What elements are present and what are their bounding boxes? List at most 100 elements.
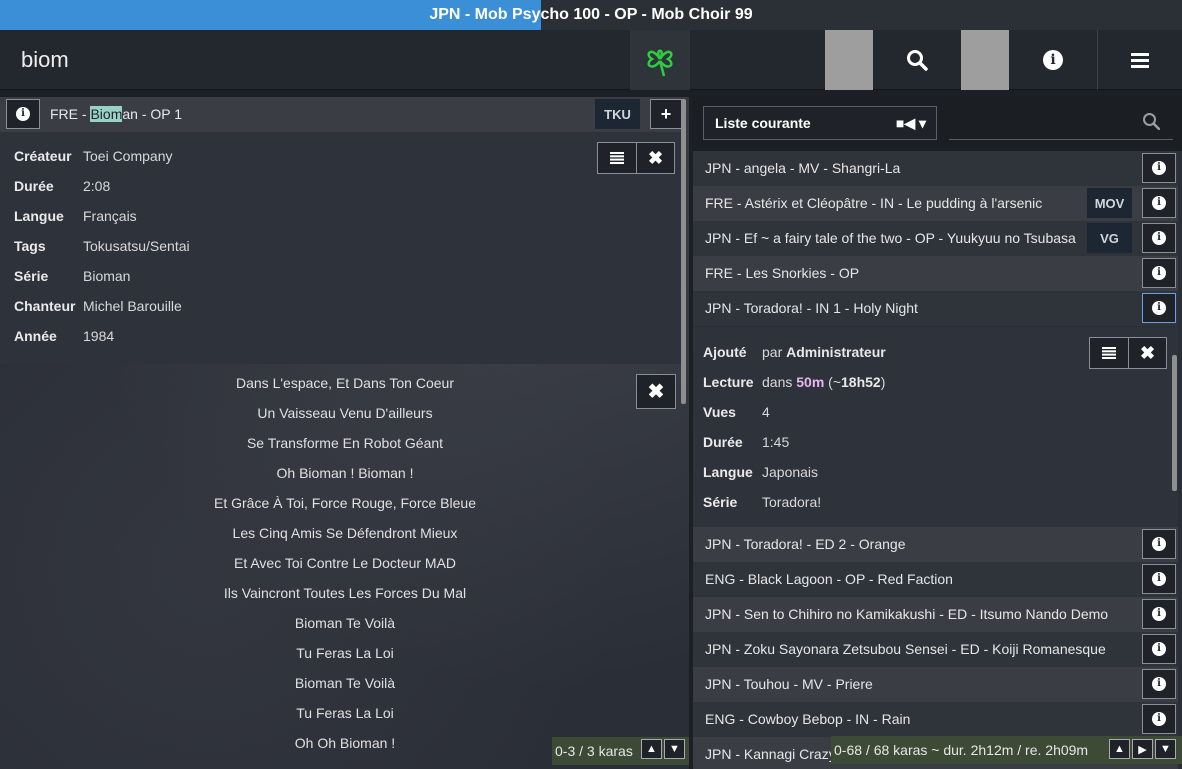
playlist-row-title: JPN - Touhou - MV - Priere <box>705 676 873 692</box>
kara-info-button[interactable]: i <box>1142 669 1176 699</box>
detail-label: Vues <box>703 404 736 420</box>
playlist-counter-text: 0-68 / 68 karas ~ dur. 2h12m / re. 2h09m <box>834 742 1089 758</box>
kara-info-button[interactable]: i <box>1142 153 1176 183</box>
lyrics-toggle-button[interactable] <box>598 143 636 173</box>
playlist-row[interactable]: FRE - Astérix et Cléopâtre - IN - Le pud… <box>693 186 1178 221</box>
detail-row: Durée 2:08 <box>14 178 110 194</box>
lyric-line: Et Grâce À Toi, Force Rouge, Force Bleue <box>214 495 476 511</box>
list-icon <box>1102 347 1116 359</box>
kara-row[interactable]: i FRE - Bioman - OP 1 TKU + <box>0 97 685 132</box>
search-icon <box>907 50 928 71</box>
close-icon: ✖ <box>647 381 665 403</box>
kara-info-button[interactable]: i <box>6 99 40 129</box>
kara-info-button[interactable]: i <box>1142 188 1176 218</box>
scroll-down-button[interactable]: ▼ <box>1155 739 1176 759</box>
scroll-down-button[interactable]: ▼ <box>664 739 685 759</box>
playlist-toolbar: Liste courante ■◀ ▾ <box>693 97 1182 151</box>
detail-label: Année <box>14 328 57 344</box>
header-placeholder-block <box>961 30 1009 90</box>
chevron-down-icon: ▼ <box>669 743 680 755</box>
detail-play: Lecture dans 50m (~18h52) <box>703 374 885 390</box>
lyric-line: Se Transforme En Robot Géant <box>246 435 444 451</box>
playlist-row[interactable]: JPN - Toradora! - ED 2 - Orange i <box>693 527 1178 562</box>
kara-info-button[interactable]: i <box>1142 293 1176 323</box>
detail-language: Langue Japonais <box>703 464 818 480</box>
chevron-up-icon: ▲ <box>646 743 657 755</box>
play-button[interactable]: ▶ <box>1132 739 1153 759</box>
kara-title: FRE - Bioman - OP 1 <box>50 106 182 122</box>
playlist-kara-details: Ajouté par Administrateur Lecture dans 50m… <box>693 327 1178 527</box>
detail-row: Série Bioman <box>14 268 130 284</box>
now-playing-progress-bar[interactable]: JPN - Mob Psycho 100 - OP - Mob Choir 99 <box>0 0 1182 30</box>
scroll-up-button[interactable]: ▲ <box>641 739 662 759</box>
kara-info-button[interactable]: i <box>1142 258 1176 288</box>
play-in-value: 50m <box>796 374 825 390</box>
detail-views: Vues 4 <box>703 404 770 420</box>
playlist-row-title: JPN - Kannagi Crazy <box>705 746 836 762</box>
detail-label: Langue <box>703 464 753 480</box>
detail-value: 1:45 <box>762 434 790 450</box>
info-icon: i <box>1152 677 1166 691</box>
detail-value: (~ <box>824 374 842 390</box>
detail-row: Chanteur Michel Barouille <box>14 298 182 314</box>
video-camera-icon: ■◀ ▾ <box>895 115 926 131</box>
chevron-down-icon: ▼ <box>1160 743 1171 755</box>
kara-info-button[interactable]: i <box>1142 564 1176 594</box>
detail-value: Bioman <box>83 268 131 284</box>
playlist-row-title: JPN - angela - MV - Shangri-La <box>705 160 901 176</box>
lyric-line: Un Vaisseau Venu D'ailleurs <box>257 405 433 421</box>
playlist-row[interactable]: JPN - Zoku Sayonara Zetsubou Sensei - ED… <box>693 632 1178 667</box>
kara-info-button[interactable]: i <box>1142 599 1176 629</box>
info-icon: i <box>1152 196 1166 210</box>
playlist-row-title: JPN - Sen to Chihiro no Kamikakushi - ED… <box>705 606 1109 622</box>
lyric-line: Tu Feras La Loi <box>296 645 394 661</box>
lyrics-toggle-button[interactable] <box>1090 338 1128 368</box>
playlist-row[interactable]: JPN - Touhou - MV - Priere i <box>693 667 1178 702</box>
close-lyrics-button[interactable]: ✖ <box>636 374 676 409</box>
detail-duration: Durée 1:45 <box>703 434 789 450</box>
lyric-line: Dans L'espace, Et Dans Ton Coeur <box>236 375 454 391</box>
playlist-search-input[interactable] <box>949 106 1173 140</box>
info-icon: i <box>16 107 30 121</box>
kara-title-suffix: an - OP 1 <box>122 106 183 122</box>
playlist-row-title: JPN - Toradora! - IN 1 - Holy Night <box>705 300 918 316</box>
close-icon: ✖ <box>1139 342 1156 363</box>
close-details-button[interactable]: ✖ <box>1128 338 1166 368</box>
playlist-row[interactable]: ENG - Black Lagoon - OP - Red Faction i <box>693 562 1178 597</box>
search-input[interactable] <box>0 30 630 90</box>
playlist-select-label: Liste courante <box>715 115 811 131</box>
scroll-up-button[interactable]: ▲ <box>1109 739 1130 759</box>
kara-info-button[interactable]: i <box>1142 529 1176 559</box>
playlist-row[interactable]: JPN - angela - MV - Shangri-La i <box>693 151 1178 186</box>
menu-button[interactable] <box>1098 30 1182 90</box>
kara-info-button[interactable]: i <box>1142 634 1176 664</box>
close-details-button[interactable]: ✖ <box>636 143 674 173</box>
playlist-row[interactable]: ENG - Cowboy Bebop - IN - Rain i <box>693 702 1178 737</box>
left-scrollbar[interactable] <box>681 99 686 404</box>
detail-row: Langue Français <box>14 208 137 224</box>
playlist-select[interactable]: Liste courante ■◀ ▾ <box>703 106 937 140</box>
playlist-row[interactable]: FRE - Les Snorkies - OP i <box>693 256 1178 291</box>
search-button[interactable] <box>873 30 961 90</box>
playlist-row[interactable]: JPN - Toradora! - IN 1 - Holy Night i <box>693 291 1178 326</box>
lyric-line: Tu Feras La Loi <box>296 705 394 721</box>
playlist-row[interactable]: JPN - Ef ~ a fairy tale of the two - OP … <box>693 221 1178 256</box>
detail-value: Tokusatsu/Sentai <box>83 238 190 254</box>
results-counter-text: 0-3 / 3 karas <box>555 743 633 759</box>
plus-icon: + <box>660 103 672 124</box>
kara-info-button[interactable]: i <box>1142 223 1176 253</box>
add-kara-button[interactable]: + <box>650 99 682 129</box>
playlist-row-title: ENG - Cowboy Bebop - IN - Rain <box>705 711 911 727</box>
playlist-details-actions: ✖ <box>1089 337 1167 369</box>
info-button[interactable]: i <box>1009 30 1097 90</box>
header: i <box>0 30 1182 90</box>
detail-value: par <box>762 344 787 360</box>
playlist-row-title: JPN - Zoku Sayonara Zetsubou Sensei - ED… <box>705 641 1106 657</box>
playlist-row[interactable]: JPN - Sen to Chihiro no Kamikakushi - ED… <box>693 597 1178 632</box>
info-icon: i <box>1152 231 1166 245</box>
kara-info-button[interactable]: i <box>1142 704 1176 734</box>
info-icon: i <box>1152 607 1166 621</box>
detail-value: 4 <box>762 404 770 420</box>
right-scrollbar[interactable] <box>1172 355 1177 491</box>
kara-details: ✖ Créateur Toei Company Durée 2:08 Langue Fra… <box>0 132 685 364</box>
